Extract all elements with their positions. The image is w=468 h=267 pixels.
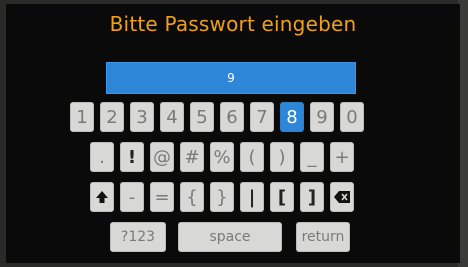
key-underscore[interactable]: _ bbox=[300, 142, 324, 172]
key-brace-open[interactable]: { bbox=[180, 182, 204, 212]
keyboard-row-bottom: ?123 space return bbox=[6, 222, 460, 252]
key-percent[interactable]: % bbox=[210, 142, 234, 172]
key-hash[interactable]: # bbox=[180, 142, 204, 172]
key-9[interactable]: 9 bbox=[310, 102, 334, 132]
key-6[interactable]: 6 bbox=[220, 102, 244, 132]
shift-key[interactable] bbox=[90, 182, 114, 212]
key-1[interactable]: 1 bbox=[70, 102, 94, 132]
key-5[interactable]: 5 bbox=[190, 102, 214, 132]
key-0[interactable]: 0 bbox=[340, 102, 364, 132]
key-8[interactable]: 8 bbox=[280, 102, 304, 132]
page-title: Bitte Passwort eingeben bbox=[109, 12, 357, 36]
keyboard-row-digits: 1 2 3 4 5 6 7 8 9 0 bbox=[6, 102, 460, 132]
shift-icon bbox=[95, 190, 109, 204]
password-field[interactable]: 9 bbox=[106, 62, 356, 94]
key-period[interactable]: . bbox=[90, 142, 114, 172]
keyboard-row-symbols-1: . ! @ # % ( ) _ + bbox=[6, 142, 460, 172]
key-4[interactable]: 4 bbox=[160, 102, 184, 132]
key-brace-close[interactable]: } bbox=[210, 182, 234, 212]
key-bracket-close[interactable]: ] bbox=[300, 182, 324, 212]
key-plus[interactable]: + bbox=[330, 142, 354, 172]
space-key[interactable]: space bbox=[178, 222, 282, 252]
key-minus[interactable]: - bbox=[120, 182, 144, 212]
key-exclamation[interactable]: ! bbox=[120, 142, 144, 172]
mode-switch-key[interactable]: ?123 bbox=[110, 222, 166, 252]
key-at[interactable]: @ bbox=[150, 142, 174, 172]
key-7[interactable]: 7 bbox=[250, 102, 274, 132]
key-paren-open[interactable]: ( bbox=[240, 142, 264, 172]
keyboard-row-symbols-2: - = { } | [ ] bbox=[6, 182, 460, 212]
backspace-key[interactable] bbox=[330, 182, 354, 212]
key-bracket-open[interactable]: [ bbox=[270, 182, 294, 212]
key-pipe[interactable]: | bbox=[240, 182, 264, 212]
key-3[interactable]: 3 bbox=[130, 102, 154, 132]
key-equals[interactable]: = bbox=[150, 182, 174, 212]
key-paren-close[interactable]: ) bbox=[270, 142, 294, 172]
backspace-icon bbox=[334, 191, 350, 203]
screen: Bitte Passwort eingeben 9 1 2 3 4 5 6 7 … bbox=[6, 4, 460, 263]
return-key[interactable]: return bbox=[296, 222, 350, 252]
key-2[interactable]: 2 bbox=[100, 102, 124, 132]
